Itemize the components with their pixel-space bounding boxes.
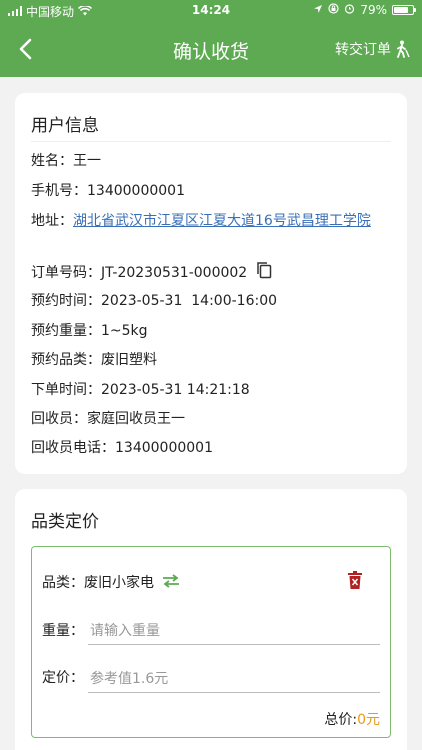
- category-pricing-card: 品类定价 品类：废旧小家电 重量： 请输入重量 定价： 参考值1.6元 总价:0…: [15, 489, 407, 750]
- battery-icon: [392, 5, 416, 15]
- appointment-category-row: 预约品类：废旧塑料: [31, 350, 157, 370]
- phone-row: 手机号：13400000001: [31, 181, 185, 201]
- category-row: 品类：废旧小家电: [42, 572, 180, 592]
- appointment-time-row: 预约时间：2023-05-31 14:00-16:00: [31, 291, 277, 311]
- lock-rotation-icon: [328, 3, 339, 17]
- order-number-row: 订单号码：JT-20230531-000002: [31, 261, 272, 285]
- collector-label: 回收员：: [31, 411, 87, 427]
- collector-phone-row: 回收员电话：13400000001: [31, 438, 213, 458]
- order-time-label: 下单时间：: [31, 382, 101, 398]
- pricing-item: 品类：废旧小家电 重量： 请输入重量 定价： 参考值1.6元 总价:0元: [31, 546, 391, 738]
- transfer-order-label: 转交订单: [335, 42, 391, 58]
- swap-icon[interactable]: [162, 574, 180, 592]
- total-price: 总价:0元: [324, 709, 380, 729]
- collector-phone-value: 13400000001: [115, 440, 213, 456]
- user-info-title: 用户信息: [31, 116, 99, 136]
- price-label: 定价：: [42, 670, 84, 686]
- price-input[interactable]: 参考值1.6元: [88, 665, 380, 693]
- name-value: 王一: [73, 153, 101, 169]
- address-link[interactable]: 湖北省武汉市江夏区江夏大道16号武昌理工学院: [73, 213, 371, 229]
- total-label: 总价:: [324, 712, 358, 728]
- total-value: 0元: [357, 712, 380, 728]
- phone-label: 手机号：: [31, 183, 87, 199]
- divider: [31, 141, 391, 142]
- appointment-weight-row: 预约重量：1~5kg: [31, 321, 148, 341]
- name-label: 姓名：: [31, 153, 73, 169]
- order-number-value: JT-20230531-000002: [101, 265, 248, 281]
- address-label: 地址：: [31, 213, 73, 229]
- walking-person-icon: [397, 40, 410, 58]
- appointment-category-label: 预约品类：: [31, 352, 101, 368]
- status-right: 79%: [313, 3, 416, 17]
- appointment-time-value: 2023-05-31 14:00-16:00: [101, 293, 278, 309]
- collector-value: 家庭回收员王一: [87, 411, 185, 427]
- user-info-card: 用户信息 姓名：王一 手机号：13400000001 地址：湖北省武汉市江夏区江…: [15, 93, 407, 474]
- alarm-icon: [344, 3, 355, 17]
- location-icon: [313, 3, 323, 17]
- weight-label: 重量：: [42, 623, 84, 639]
- copy-icon[interactable]: [256, 261, 272, 285]
- status-bar: 中国移动 14:24 79%: [0, 0, 422, 22]
- collector-row: 回收员：家庭回收员王一: [31, 409, 185, 429]
- category-label: 品类：: [42, 575, 84, 591]
- category-pricing-title: 品类定价: [31, 512, 99, 532]
- order-time-value: 2023-05-31 14:21:18: [101, 382, 250, 398]
- order-number-label: 订单号码：: [31, 265, 101, 281]
- appointment-category-value: 废旧塑料: [101, 352, 157, 368]
- order-time-row: 下单时间：2023-05-31 14:21:18: [31, 380, 250, 400]
- weight-input[interactable]: 请输入重量: [88, 617, 380, 645]
- name-row: 姓名：王一: [31, 151, 101, 171]
- appointment-time-label: 预约时间：: [31, 293, 101, 309]
- appointment-weight-label: 预约重量：: [31, 323, 101, 339]
- battery-percent: 79%: [360, 3, 387, 17]
- nav-bar: 确认收货 转交订单: [0, 22, 422, 77]
- collector-phone-label: 回收员电话：: [31, 440, 115, 456]
- transfer-order-button[interactable]: 转交订单: [335, 39, 410, 59]
- delete-icon[interactable]: [348, 571, 362, 593]
- appointment-weight-value: 1~5kg: [101, 323, 148, 339]
- address-row: 地址：湖北省武汉市江夏区江夏大道16号武昌理工学院: [31, 211, 391, 231]
- phone-value: 13400000001: [87, 183, 185, 199]
- category-value: 废旧小家电: [84, 575, 154, 591]
